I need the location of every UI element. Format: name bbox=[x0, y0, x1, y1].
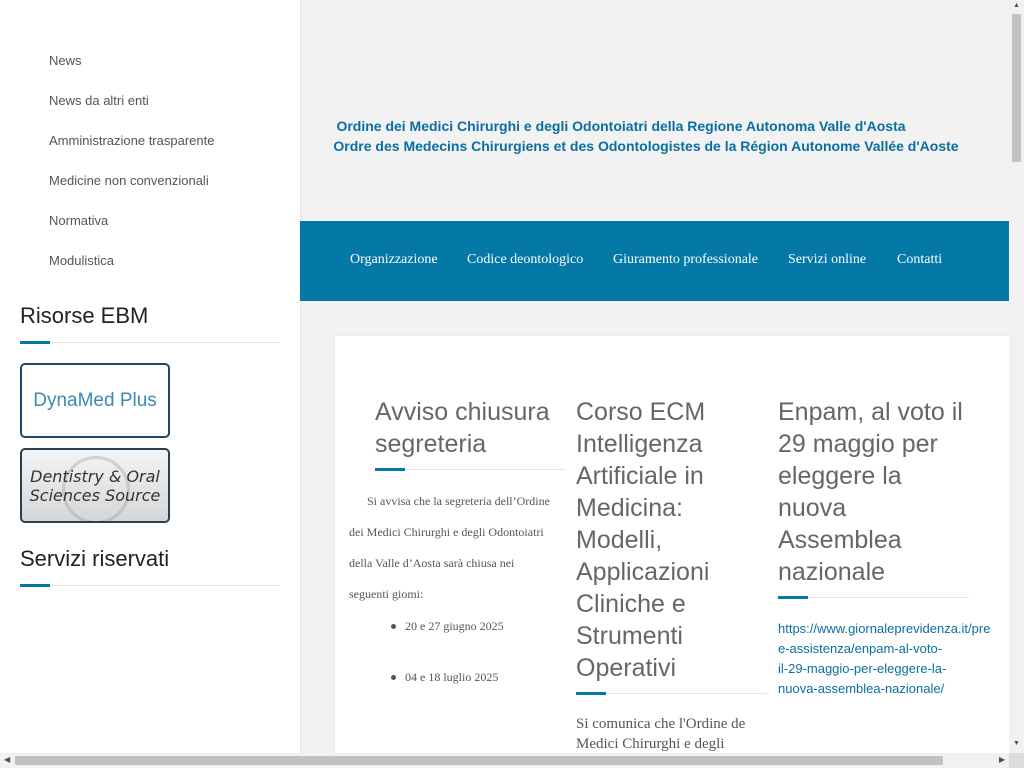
post-title-line: Cliniche e bbox=[576, 590, 686, 618]
list-item-text: 04 e 18 luglio 2025 bbox=[405, 670, 499, 684]
post-title-line: eleggere la bbox=[778, 462, 902, 490]
post-title-line: nuova bbox=[778, 494, 847, 522]
post-body-line: della Valle d’Aosta sarà chiusa nei bbox=[349, 556, 515, 570]
sidebar-item-label: Modulistica bbox=[49, 253, 115, 268]
left-sidebar: News News da altri enti Amministrazione … bbox=[0, 0, 301, 768]
list-item-text: 20 e 27 giugno 2025 bbox=[405, 619, 504, 633]
sidebar-item-amministrazione-trasparente[interactable]: Amministrazione trasparente bbox=[40, 133, 214, 148]
list-item: 04 e 18 luglio 2025 bbox=[391, 670, 499, 685]
enpam-article-link[interactable]: https://www.giornaleprevidenza.it/pre e-… bbox=[778, 619, 990, 699]
link-line: nuova-assemblea-nazionale/ bbox=[778, 681, 945, 696]
dentistry-logo-line2: Sciences Source bbox=[29, 485, 161, 505]
dentistry-oral-sciences-banner[interactable]: Dentistry & Oral Sciences Source bbox=[20, 448, 170, 523]
bullet-icon bbox=[391, 675, 396, 680]
post-title-line: nazionale bbox=[778, 558, 886, 586]
link-line: e-assistenza/enpam-al-voto- bbox=[778, 641, 943, 656]
horizontal-scrollbar[interactable]: ◀ ▶ bbox=[0, 753, 1009, 768]
post-body: Si comunica che l'Ordine de Medici Chiru… bbox=[576, 714, 745, 754]
post-title-line: 29 maggio per bbox=[778, 430, 938, 458]
bullet-icon bbox=[391, 624, 396, 629]
nav-codice-deontologico[interactable]: Codice deontologico bbox=[467, 252, 583, 268]
site-header: Ordine dei Medici Chirurghi e degli Odon… bbox=[301, 0, 1009, 221]
sidebar-item-label: Amministrazione trasparente bbox=[49, 133, 215, 148]
link-line: il-29-maggio-per-eleggere-la- bbox=[778, 661, 947, 676]
nav-servizi-online[interactable]: Servizi online bbox=[788, 252, 866, 268]
sidebar-item-news-altri-enti[interactable]: News da altri enti bbox=[40, 93, 149, 108]
dynamed-plus-banner[interactable]: DynaMed Plus bbox=[20, 363, 170, 438]
post-title-line: segreteria bbox=[375, 430, 487, 458]
post-title-line: Enpam, al voto il bbox=[778, 398, 963, 426]
post-body: Si avvisa che la segreteria dell’Ordine … bbox=[349, 486, 579, 610]
post-title-line: Applicazioni bbox=[576, 558, 710, 586]
vertical-scrollbar[interactable]: ▲ ▼ bbox=[1009, 0, 1024, 753]
post-title-divider bbox=[778, 596, 969, 599]
post-title[interactable]: Avviso chiusura segreteria bbox=[375, 396, 550, 460]
sidebar-item-news[interactable]: News bbox=[40, 53, 82, 68]
sidebar-item-label: Medicine non convenzionali bbox=[49, 173, 209, 188]
sidebar-item-label: News da altri enti bbox=[49, 93, 149, 108]
sidebar-item-medicine-non-convenzionali[interactable]: Medicine non convenzionali bbox=[40, 173, 209, 188]
vertical-scroll-thumb[interactable] bbox=[1012, 14, 1021, 162]
post-title-line: Assemblea bbox=[778, 526, 902, 554]
resources-divider bbox=[20, 341, 280, 344]
post-title-line: Avviso chiusura bbox=[375, 398, 550, 426]
site-title-french[interactable]: Ordre des Medecins Chirurgiens et des Od… bbox=[276, 138, 1016, 154]
reserved-services-heading: Servizi riservati bbox=[20, 546, 170, 571]
post-body-line: seguenti giomi: bbox=[349, 587, 424, 601]
post-title-line: Intelligenza bbox=[576, 430, 703, 458]
sidebar-item-normativa[interactable]: Normativa bbox=[40, 213, 108, 228]
nav-organizzazione[interactable]: Organizzazione bbox=[350, 252, 438, 268]
sidebar-item-modulistica[interactable]: Modulistica bbox=[40, 253, 114, 268]
reserved-services-divider bbox=[20, 584, 280, 587]
dynamed-plus-logo-text: DynaMed Plus bbox=[33, 389, 157, 411]
post-body-line: Medici Chirurghi e degli bbox=[576, 736, 725, 752]
post-title-divider bbox=[576, 692, 767, 695]
post-title[interactable]: Enpam, al voto il 29 maggio per eleggere… bbox=[778, 396, 963, 588]
news-content: Avviso chiusura segreteria Si avvisa che… bbox=[335, 336, 1009, 768]
site-title-italian[interactable]: Ordine dei Medici Chirurghi e degli Odon… bbox=[251, 118, 991, 134]
scroll-right-arrow-icon[interactable]: ▶ bbox=[999, 755, 1005, 764]
post-body-line: Si avvisa che la segreteria dell’Ordine bbox=[367, 494, 550, 508]
scrollbar-corner bbox=[1009, 753, 1024, 768]
nav-contatti[interactable]: Contatti bbox=[897, 252, 942, 268]
link-line: https://www.giornaleprevidenza.it/pre bbox=[778, 621, 991, 636]
main-navigation: Organizzazione Codice deontologico Giura… bbox=[300, 221, 1009, 301]
post-title-line: Strumenti bbox=[576, 622, 683, 650]
post-body-line: dei Medici Chirurghi e degli Odontoiatri bbox=[349, 525, 544, 539]
dentistry-logo-line1: Dentistry & Oral bbox=[30, 466, 160, 486]
nav-giuramento-professionale[interactable]: Giuramento professionale bbox=[613, 252, 758, 268]
sidebar-item-label: News bbox=[49, 53, 82, 68]
post-title-divider bbox=[375, 468, 566, 471]
scroll-down-arrow-icon[interactable]: ▼ bbox=[1009, 740, 1024, 747]
post-title-line: Operativi bbox=[576, 654, 677, 682]
post-title-line: Medicina: bbox=[576, 494, 683, 522]
post-title-line: Modelli, bbox=[576, 526, 663, 554]
resources-heading: Risorse EBM bbox=[20, 303, 149, 328]
scroll-left-arrow-icon[interactable]: ◀ bbox=[4, 755, 10, 764]
scroll-up-arrow-icon[interactable]: ▲ bbox=[1009, 2, 1024, 9]
post-title-line: Artificiale in bbox=[576, 462, 704, 490]
horizontal-scroll-thumb[interactable] bbox=[15, 756, 943, 765]
list-item: 20 e 27 giugno 2025 bbox=[391, 619, 504, 634]
sidebar-item-label: Normativa bbox=[49, 213, 109, 228]
post-title[interactable]: Corso ECM Intelligenza Artificiale in Me… bbox=[576, 396, 709, 684]
post-body-line: Si comunica che l'Ordine de bbox=[576, 716, 746, 732]
post-title-line: Corso ECM bbox=[576, 398, 706, 426]
